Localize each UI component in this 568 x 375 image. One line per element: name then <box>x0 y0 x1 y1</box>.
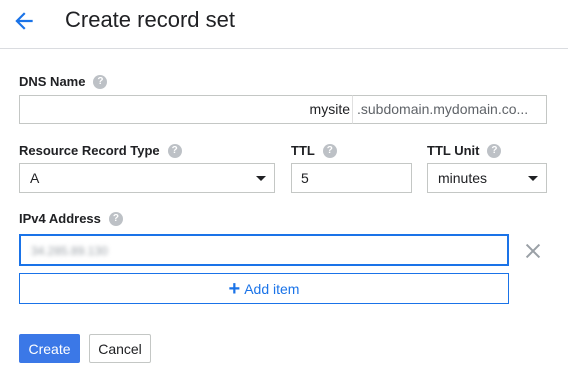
ttl-unit-label: TTL Unit ? <box>427 143 502 158</box>
help-icon[interactable]: ? <box>167 143 182 158</box>
ttl-input[interactable]: 5 <box>291 163 412 193</box>
record-type-select[interactable]: A <box>19 163 275 193</box>
ttl-label-text: TTL <box>291 143 315 158</box>
ttl-unit-value: minutes <box>438 170 488 186</box>
help-icon[interactable]: ? <box>487 143 502 158</box>
record-type-value: A <box>30 170 40 186</box>
record-type-label-text: Resource Record Type <box>19 143 160 158</box>
page-title: Create record set <box>65 7 235 32</box>
add-item-button[interactable]: + Add item <box>19 273 509 304</box>
help-icon[interactable]: ? <box>108 211 123 226</box>
chevron-down-icon <box>256 176 266 181</box>
dns-name-label: DNS Name ? <box>19 74 108 89</box>
chevron-down-icon <box>528 176 538 181</box>
ttl-unit-select[interactable]: minutes <box>427 163 547 193</box>
create-button[interactable]: Create <box>19 334 80 363</box>
plus-icon: + <box>228 277 241 300</box>
ttl-value: 5 <box>301 170 309 186</box>
close-icon[interactable] <box>522 240 544 262</box>
ipv4-address-value: 34.285.89.130 <box>31 244 108 258</box>
ttl-label: TTL ? <box>291 143 337 158</box>
page-header: Create record set <box>0 0 568 49</box>
ipv4-label: IPv4 Address ? <box>19 211 123 226</box>
add-item-label: Add item <box>244 280 300 297</box>
ipv4-label-text: IPv4 Address <box>19 211 101 226</box>
ttl-unit-label-text: TTL Unit <box>427 143 480 158</box>
record-type-label: Resource Record Type ? <box>19 143 182 158</box>
dns-name-label-text: DNS Name <box>19 74 86 89</box>
help-icon[interactable]: ? <box>322 143 337 158</box>
help-icon[interactable]: ? <box>93 74 108 89</box>
cancel-button[interactable]: Cancel <box>89 334 151 363</box>
dns-name-value: mysite <box>309 101 350 117</box>
arrow-left-icon[interactable] <box>11 8 37 34</box>
dns-name-suffix: .subdomain.mydomain.co... <box>352 95 547 124</box>
dns-name-input[interactable]: mysite <box>19 95 352 124</box>
ipv4-address-input[interactable]: 34.285.89.130 <box>19 234 509 266</box>
